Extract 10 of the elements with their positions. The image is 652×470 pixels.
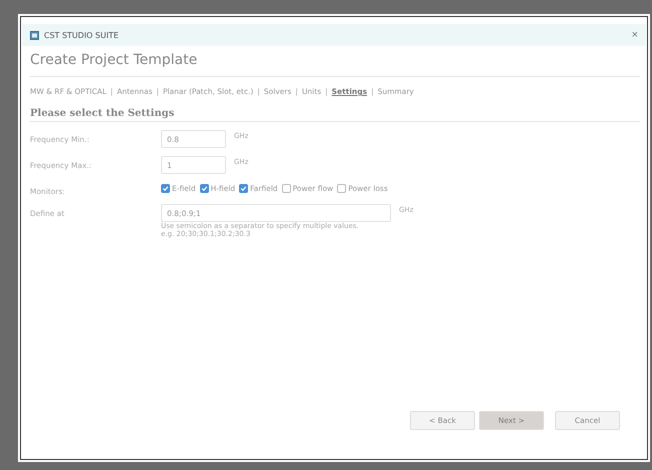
checkbox[interactable] [161, 184, 170, 193]
section-title: Please select the Settings [30, 108, 640, 122]
close-button[interactable]: × [632, 29, 638, 41]
window-title: CST STUDIO SUITE [44, 30, 120, 40]
checkbox[interactable] [239, 184, 248, 193]
checkbox[interactable] [282, 184, 291, 193]
checkbox[interactable] [200, 184, 209, 193]
app-logo-icon [30, 30, 39, 40]
page-heading: Create Project Template [30, 46, 640, 77]
checkbox[interactable] [337, 184, 346, 193]
